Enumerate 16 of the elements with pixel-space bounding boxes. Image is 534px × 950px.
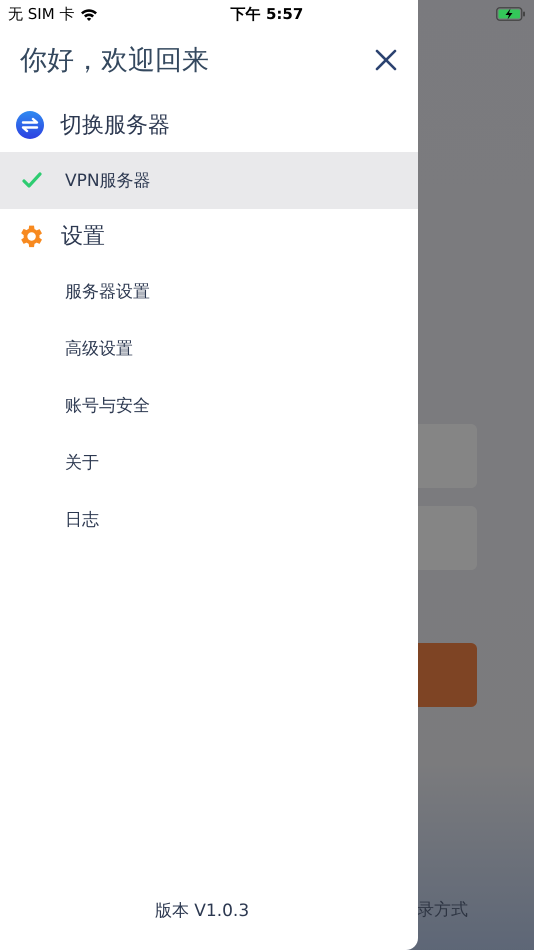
swap-arrows-icon [16, 111, 44, 139]
check-icon [22, 172, 42, 188]
menu-item[interactable]: 日志 [0, 491, 418, 548]
menu-item[interactable]: 关于 [0, 434, 418, 491]
section-title: 切换服务器 [60, 112, 170, 140]
version-label: 版本 V1.0.3 [154, 901, 250, 921]
time-label: 下午 5:57 [230, 4, 304, 24]
close-button[interactable] [374, 48, 398, 72]
greeting-title: 你好，欢迎回来 [20, 44, 209, 78]
menu-item[interactable]: 服务器设置 [0, 263, 418, 320]
section-title: 设置 [61, 223, 105, 251]
menu-item[interactable]: 账号与安全 [0, 377, 418, 434]
menu-item[interactable]: VPN服务器 [0, 152, 418, 209]
wifi-icon [80, 8, 98, 20]
carrier-label: 无 SIM 卡 [8, 4, 74, 24]
menu-item[interactable]: 高级设置 [0, 320, 418, 377]
